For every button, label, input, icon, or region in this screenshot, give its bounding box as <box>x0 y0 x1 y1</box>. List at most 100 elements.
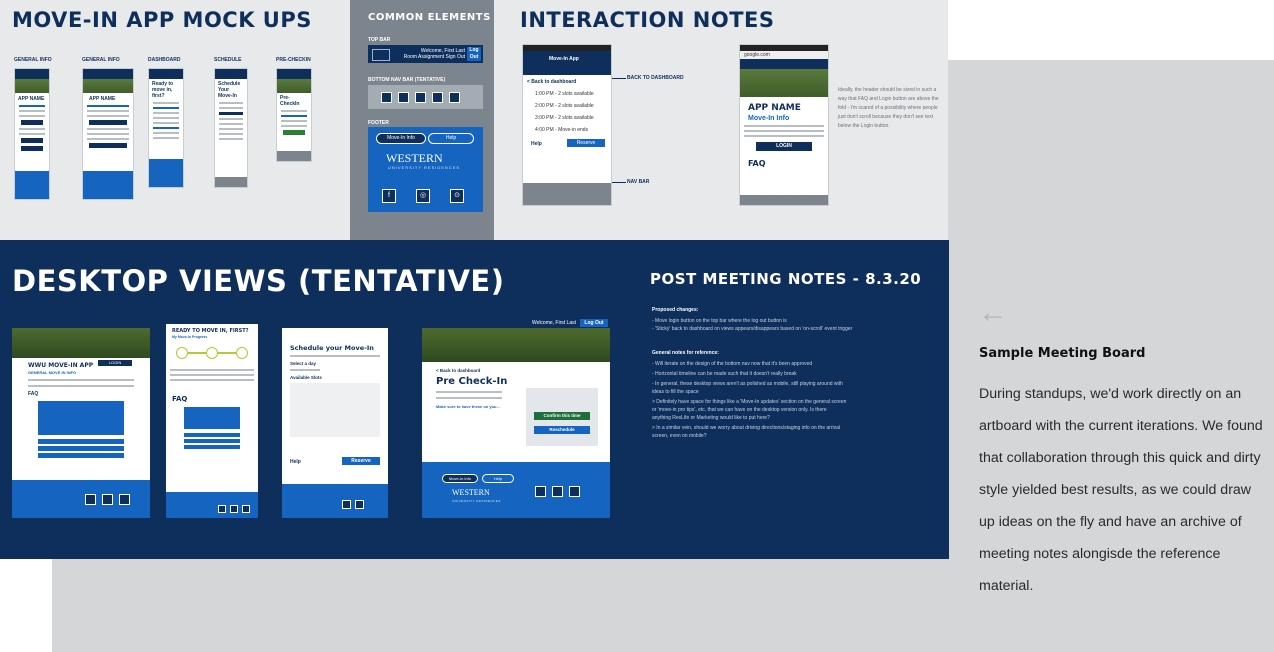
footer-label: FOOTER <box>368 120 389 126</box>
help-link[interactable]: Help <box>531 141 542 147</box>
pinterest-icon[interactable] <box>569 486 580 497</box>
timeline-step[interactable] <box>206 347 218 359</box>
reserve-button[interactable]: Reserve <box>567 139 605 147</box>
desktop-heading: DESKTOP VIEWS (TENTATIVE) <box>12 264 505 298</box>
mockup-general-info-1: APP NAME <box>14 68 50 200</box>
brand-logo: WESTERN <box>386 151 443 165</box>
general-item: anything ResLife or Marketing would like… <box>652 415 770 421</box>
login-button[interactable]: LOGIN <box>756 142 812 151</box>
desktop-schedule-title: Schedule your Move-In <box>290 344 374 352</box>
url-bar[interactable]: google.com <box>740 51 828 59</box>
booking-card: Confirm this time Reschedule <box>526 388 598 446</box>
general-item: - In general, these desktop views aren't… <box>652 381 843 387</box>
timeline-step[interactable] <box>176 347 188 359</box>
back-to-dashboard-note: BACK TO DASHBOARD <box>627 75 684 81</box>
mockup-label: DASHBOARD <box>148 57 181 63</box>
facebook-icon[interactable] <box>218 505 226 513</box>
move-in-info-subtitle: Move-In Info <box>748 115 790 122</box>
slot-4[interactable]: 4:00 PM - Move-in ends <box>535 127 599 133</box>
nav-bar-note: NAV BAR <box>627 179 650 185</box>
facebook-icon[interactable]: f <box>382 189 396 203</box>
general-item: or 'move-in pro tips', etc. that we can … <box>652 407 827 413</box>
mockup-title: APP NAME <box>18 96 45 102</box>
help-button[interactable]: Help <box>428 133 474 144</box>
post-meeting-heading: POST MEETING NOTES - 8.3.20 <box>650 270 922 288</box>
faq-item[interactable] <box>184 445 240 449</box>
back-link[interactable]: < Back to dashboard <box>527 79 607 85</box>
desktop-progress-subtitle: My Move-In Progress <box>172 335 208 339</box>
general-item: ideas to fill the space <box>652 389 699 395</box>
faq-item[interactable] <box>38 446 124 451</box>
desktop-welcome-text: Welcome, First Last <box>531 320 576 326</box>
mockup-general-info-2: APP NAME <box>82 68 134 200</box>
logout-button[interactable]: Log Out <box>467 47 481 61</box>
timeline-step[interactable] <box>236 347 248 359</box>
bottom-nav-sample <box>368 85 483 109</box>
nav-icon[interactable] <box>415 92 426 103</box>
faq-item[interactable] <box>38 453 124 458</box>
nav-icon[interactable] <box>398 92 409 103</box>
footer-sample: Move-In Info Help WESTERN UNIVERSITY RES… <box>368 127 483 212</box>
back-arrow-icon[interactable]: ← <box>978 298 1008 328</box>
faq-expanded <box>184 407 240 429</box>
header-note: Ideally, the header should be sized in s… <box>838 87 939 129</box>
instagram-icon[interactable] <box>102 494 113 505</box>
general-notes-heading: General notes for reference: <box>652 350 719 356</box>
desktop-general-info: WWU MOVE-IN APP GENERAL MOVE IN INFO LOG… <box>12 318 150 518</box>
app-name-title: APP NAME <box>748 103 801 113</box>
top-bar-sample: Welcome, First Last Room Assignment Sign… <box>368 45 483 63</box>
reschedule-button[interactable]: Reschedule <box>534 426 590 434</box>
nav-icon[interactable] <box>381 92 392 103</box>
instagram-icon[interactable] <box>355 500 364 509</box>
desktop-login-button[interactable]: LOGIN <box>98 360 132 366</box>
proposed-item: - Move login button on the top bar where… <box>652 318 787 324</box>
faq-item[interactable] <box>184 439 240 443</box>
facebook-icon[interactable] <box>535 486 546 497</box>
general-item: - Will iterate on the design of the bott… <box>652 361 813 367</box>
connector-line <box>612 182 626 183</box>
faq-heading: FAQ <box>748 159 766 168</box>
mockup-label: GENERAL INFO <box>14 57 52 63</box>
slot-3[interactable]: 3:00 PM - 2 slots available <box>535 115 599 121</box>
facebook-icon[interactable] <box>85 494 96 505</box>
pinterest-icon[interactable]: ⊙ <box>450 189 464 203</box>
desktop-brand-subtitle: UNIVERSITY RESIDENCES <box>452 499 501 503</box>
desktop-back-link[interactable]: < Back to dashboard <box>436 368 596 373</box>
logo-icon <box>372 49 390 61</box>
desktop-move-in-info-button[interactable]: Move-In Info <box>442 474 478 483</box>
interaction-phone-2: google.com APP NAME Move-In Info LOGIN F… <box>739 44 829 206</box>
instagram-icon[interactable] <box>230 505 238 513</box>
desktop-schedule: Schedule your Move-In Select a day Avail… <box>282 318 388 518</box>
general-item: > Definitely have space for things like … <box>652 399 847 405</box>
sidebar-description: During standups, we'd work directly on a… <box>979 386 1263 594</box>
proposed-changes-heading: Proposed changes: <box>652 307 699 313</box>
faq-item[interactable] <box>184 433 240 437</box>
desktop-pre-checkin: Welcome, First Last Log Out < Back to da… <box>422 318 610 518</box>
desktop-brand-logo: WESTERN <box>452 488 490 497</box>
mockup-label: PRE-CHECKIN <box>276 57 311 63</box>
common-heading: COMMON ELEMENTS <box>368 12 491 23</box>
slot-1[interactable]: 1:00 PM - 2 slots available <box>535 91 599 97</box>
faq-item[interactable] <box>38 439 124 444</box>
slot-2[interactable]: 2:00 PM - 2 slots available <box>535 103 599 109</box>
desktop-faq-heading: FAQ <box>28 391 39 397</box>
pinterest-icon[interactable] <box>242 505 250 513</box>
pinterest-icon[interactable] <box>119 494 130 505</box>
instagram-icon[interactable]: ◎ <box>416 189 430 203</box>
desktop-reserve-button[interactable]: Reserve <box>342 457 380 465</box>
nav-icon[interactable] <box>449 92 460 103</box>
slots-grid[interactable] <box>290 383 380 437</box>
mockup-schedule: Schedule Your Move-In <box>214 68 248 188</box>
desktop-help-button[interactable]: Help <box>482 474 514 483</box>
nav-bar-sample <box>523 183 611 205</box>
mockup-label: GENERAL INFO <box>82 57 120 63</box>
instagram-icon[interactable] <box>552 486 563 497</box>
desktop-dashboard: READY TO MOVE IN, FIRST? My Move-In Prog… <box>166 318 258 518</box>
desktop-logout-button[interactable]: Log Out <box>580 319 608 327</box>
move-in-info-button[interactable]: Move-In Info <box>376 133 426 144</box>
nav-icon[interactable] <box>432 92 443 103</box>
facebook-icon[interactable] <box>342 500 351 509</box>
confirm-time-button[interactable]: Confirm this time <box>534 412 590 420</box>
interaction-phone-1: Move-In App < Back to dashboard 1:00 PM … <box>522 44 612 206</box>
desktop-help-link[interactable]: Help <box>290 459 301 465</box>
